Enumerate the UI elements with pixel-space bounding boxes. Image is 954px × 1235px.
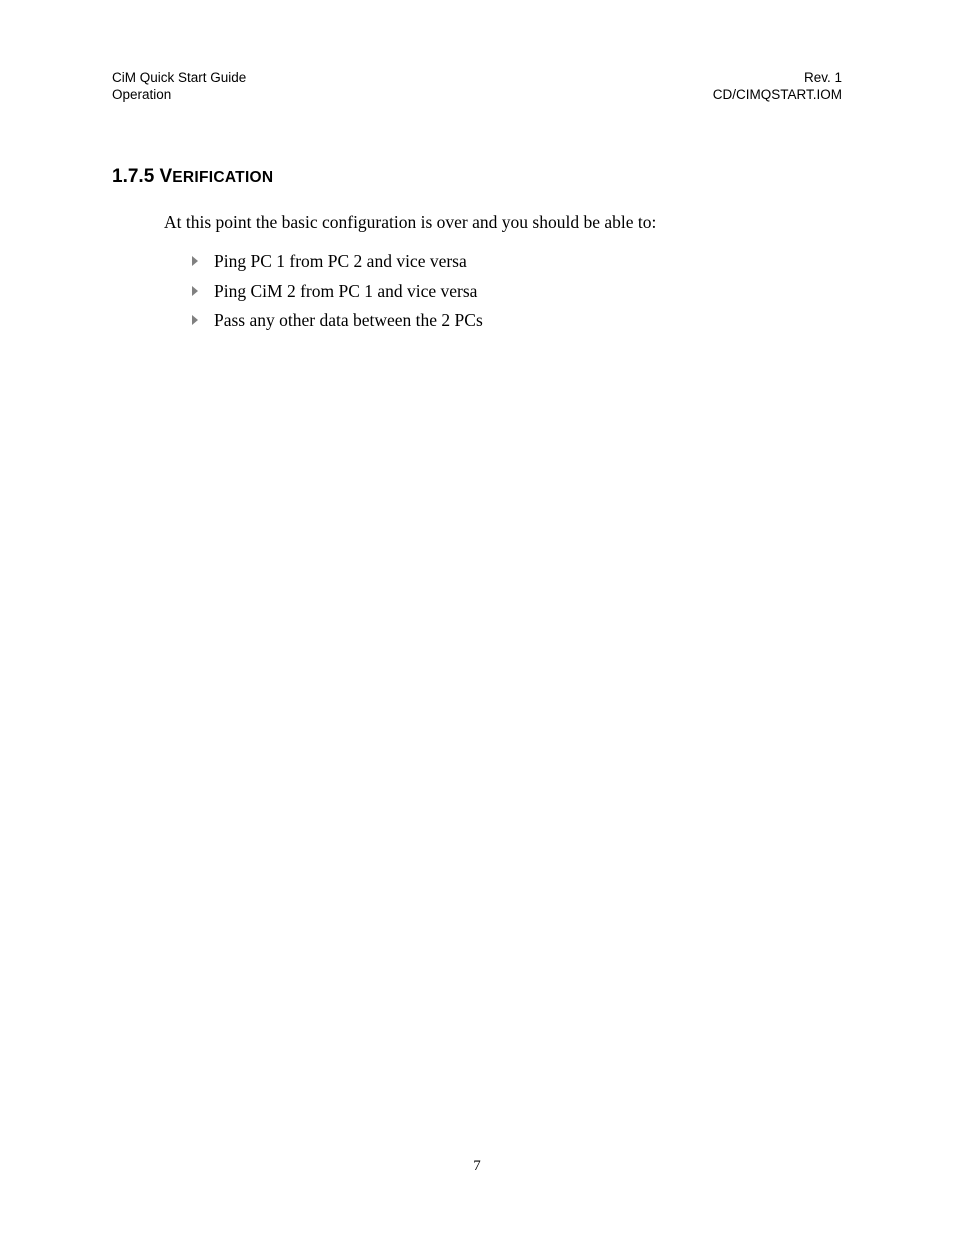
page-header: CiM Quick Start Guide Operation Rev. 1 C… [112, 70, 842, 104]
list-item-text: Pass any other data between the 2 PCs [214, 310, 483, 330]
list-item: Pass any other data between the 2 PCs [190, 306, 842, 336]
bullet-list: Ping PC 1 from PC 2 and vice versa Ping … [190, 247, 842, 336]
section-heading: 1.7.5 VERIFICATION [112, 166, 842, 188]
header-left: CiM Quick Start Guide Operation [112, 70, 246, 104]
page-number: 7 [0, 1158, 954, 1175]
doc-title: CiM Quick Start Guide [112, 70, 246, 87]
section-number: 1.7.5 [112, 166, 154, 187]
section-title-lead: V [160, 166, 173, 187]
revision: Rev. 1 [713, 70, 842, 87]
doc-subtitle: Operation [112, 87, 246, 104]
doc-code: CD/CIMQSTART.IOM [713, 87, 842, 104]
intro-text: At this point the basic configuration is… [164, 212, 842, 233]
arrow-icon [190, 284, 200, 298]
list-item-text: Ping CiM 2 from PC 1 and vice versa [214, 281, 477, 301]
list-item: Ping PC 1 from PC 2 and vice versa [190, 247, 842, 277]
section-title-rest: ERIFICATION [172, 169, 273, 186]
list-item-text: Ping PC 1 from PC 2 and vice versa [214, 251, 467, 271]
header-right: Rev. 1 CD/CIMQSTART.IOM [713, 70, 842, 104]
arrow-icon [190, 254, 200, 268]
arrow-icon [190, 313, 200, 327]
list-item: Ping CiM 2 from PC 1 and vice versa [190, 277, 842, 307]
